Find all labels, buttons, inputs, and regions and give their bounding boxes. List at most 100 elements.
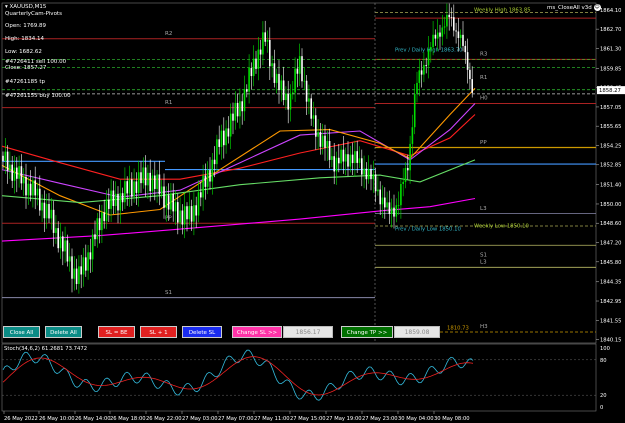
candle-body	[73, 268, 76, 279]
sl-value-input[interactable]: 1856.17	[283, 326, 333, 338]
candle-body	[89, 252, 92, 260]
candle-body	[167, 195, 170, 210]
time-tick-label: 26 May 14:00	[75, 416, 111, 422]
candle-body	[273, 63, 276, 83]
order-line-3: #47261155 buy 100.00	[5, 93, 71, 99]
candle-body	[434, 34, 437, 39]
candle-body	[55, 228, 57, 233]
change-tp-button[interactable]: Change TP >>	[341, 326, 393, 338]
price-tick-label: 1842.95	[600, 299, 621, 305]
change-sl-button[interactable]: Change SL >>	[232, 326, 282, 338]
candle-body	[418, 70, 421, 83]
candle-body	[160, 186, 163, 195]
price-tick-label: 1852.85	[600, 163, 621, 169]
candle-body	[441, 27, 444, 37]
delete-all-button[interactable]: Delete All	[45, 326, 82, 338]
candle-body	[246, 89, 248, 92]
candle-body	[71, 256, 73, 279]
pivot-label: L3	[480, 260, 487, 266]
candle-body	[142, 167, 145, 184]
candle-body	[310, 98, 312, 119]
candle-body	[211, 159, 214, 182]
candle-body	[381, 197, 384, 205]
candle-body	[289, 93, 292, 110]
delete-sl-button[interactable]: Delete SL	[182, 326, 222, 338]
candle-body	[29, 183, 32, 196]
candle-body	[305, 80, 308, 102]
pivot-label: R2	[165, 31, 172, 37]
candle-body	[466, 52, 469, 70]
candle-body	[117, 193, 119, 211]
chart-canvas[interactable]: R2R1PPS1R3R1H0PPL3S1L3H3Weekly High 1863…	[0, 0, 625, 423]
candle-body	[436, 32, 439, 39]
candle-body	[163, 186, 165, 208]
candle-body	[425, 65, 427, 66]
candle-body	[52, 209, 55, 233]
time-tick-label: 27 May 15:00	[290, 416, 326, 422]
candle-body	[328, 141, 331, 160]
candle-body	[236, 102, 239, 117]
smiley-icon: ☺	[593, 4, 601, 11]
candle-body	[16, 167, 18, 179]
pivot-label: PP	[480, 140, 487, 146]
candle-body	[174, 202, 177, 212]
candle-body	[50, 209, 53, 219]
candle-body	[312, 115, 315, 119]
candle-body	[147, 172, 149, 186]
candle-body	[315, 115, 317, 137]
candle-body	[443, 26, 446, 28]
candle-body	[156, 174, 158, 189]
candle-body	[213, 159, 216, 165]
candle-body	[384, 197, 386, 208]
candle-body	[204, 175, 207, 187]
candle-body	[149, 172, 151, 192]
candle-body	[340, 149, 342, 164]
candle-body	[218, 139, 220, 147]
price-axis: 1864.101862.701861.301859.851858.451857.…	[596, 8, 625, 344]
candle-body	[255, 58, 257, 69]
candle-body	[98, 218, 101, 231]
candle-body	[241, 101, 243, 112]
candle-body	[172, 193, 174, 212]
price-tick-label: 1847.20	[600, 241, 621, 247]
time-tick-label: 27 May 03:00	[182, 416, 218, 422]
candle-body	[358, 158, 361, 163]
candle-body	[57, 228, 59, 249]
candle-body	[370, 168, 372, 180]
price-tick-label: 1845.80	[600, 260, 621, 266]
candle-body	[137, 172, 140, 193]
price-tick-label: 1850.00	[600, 202, 621, 208]
candle-body	[335, 157, 338, 172]
tp-value-input[interactable]: 1859.08	[394, 326, 440, 338]
candle-body	[420, 70, 423, 75]
candle-body	[82, 257, 85, 275]
candle-body	[101, 212, 103, 231]
close-all-button[interactable]: Close All	[3, 326, 40, 338]
osc-tick-label: 100	[600, 346, 610, 352]
candle-body	[409, 143, 411, 171]
candle-body	[170, 193, 172, 210]
candle-body	[390, 207, 393, 214]
trading-chart[interactable]: R2R1PPS1R3R1H0PPL3S1L3H3Weekly High 1863…	[0, 0, 625, 423]
candle-body	[165, 195, 168, 208]
candle-body	[294, 68, 296, 93]
ma-magenta	[1, 197, 476, 242]
candle-body	[411, 127, 414, 144]
candle-body	[62, 236, 64, 252]
candle-body	[91, 234, 94, 260]
price-tick-label: 1840.15	[600, 338, 621, 344]
candle-body	[128, 179, 131, 194]
candle-body	[220, 130, 223, 147]
time-axis: 26 May 2022 26 May 10:00 26 May 14:00 26 Ma…	[3, 411, 470, 422]
sl-plus-button[interactable]: SL + 1	[140, 326, 177, 338]
time-tick-label: 26 May 2022	[4, 416, 38, 422]
candle-body	[36, 188, 39, 196]
candle-body	[326, 141, 329, 148]
candle-body	[386, 202, 388, 208]
candle-body	[280, 80, 283, 91]
candle-body	[404, 168, 407, 182]
sl-be-button[interactable]: SL = BE	[98, 326, 135, 338]
candle-body	[225, 128, 227, 146]
pivot-label: R1	[165, 100, 172, 106]
candle-body	[349, 154, 352, 167]
